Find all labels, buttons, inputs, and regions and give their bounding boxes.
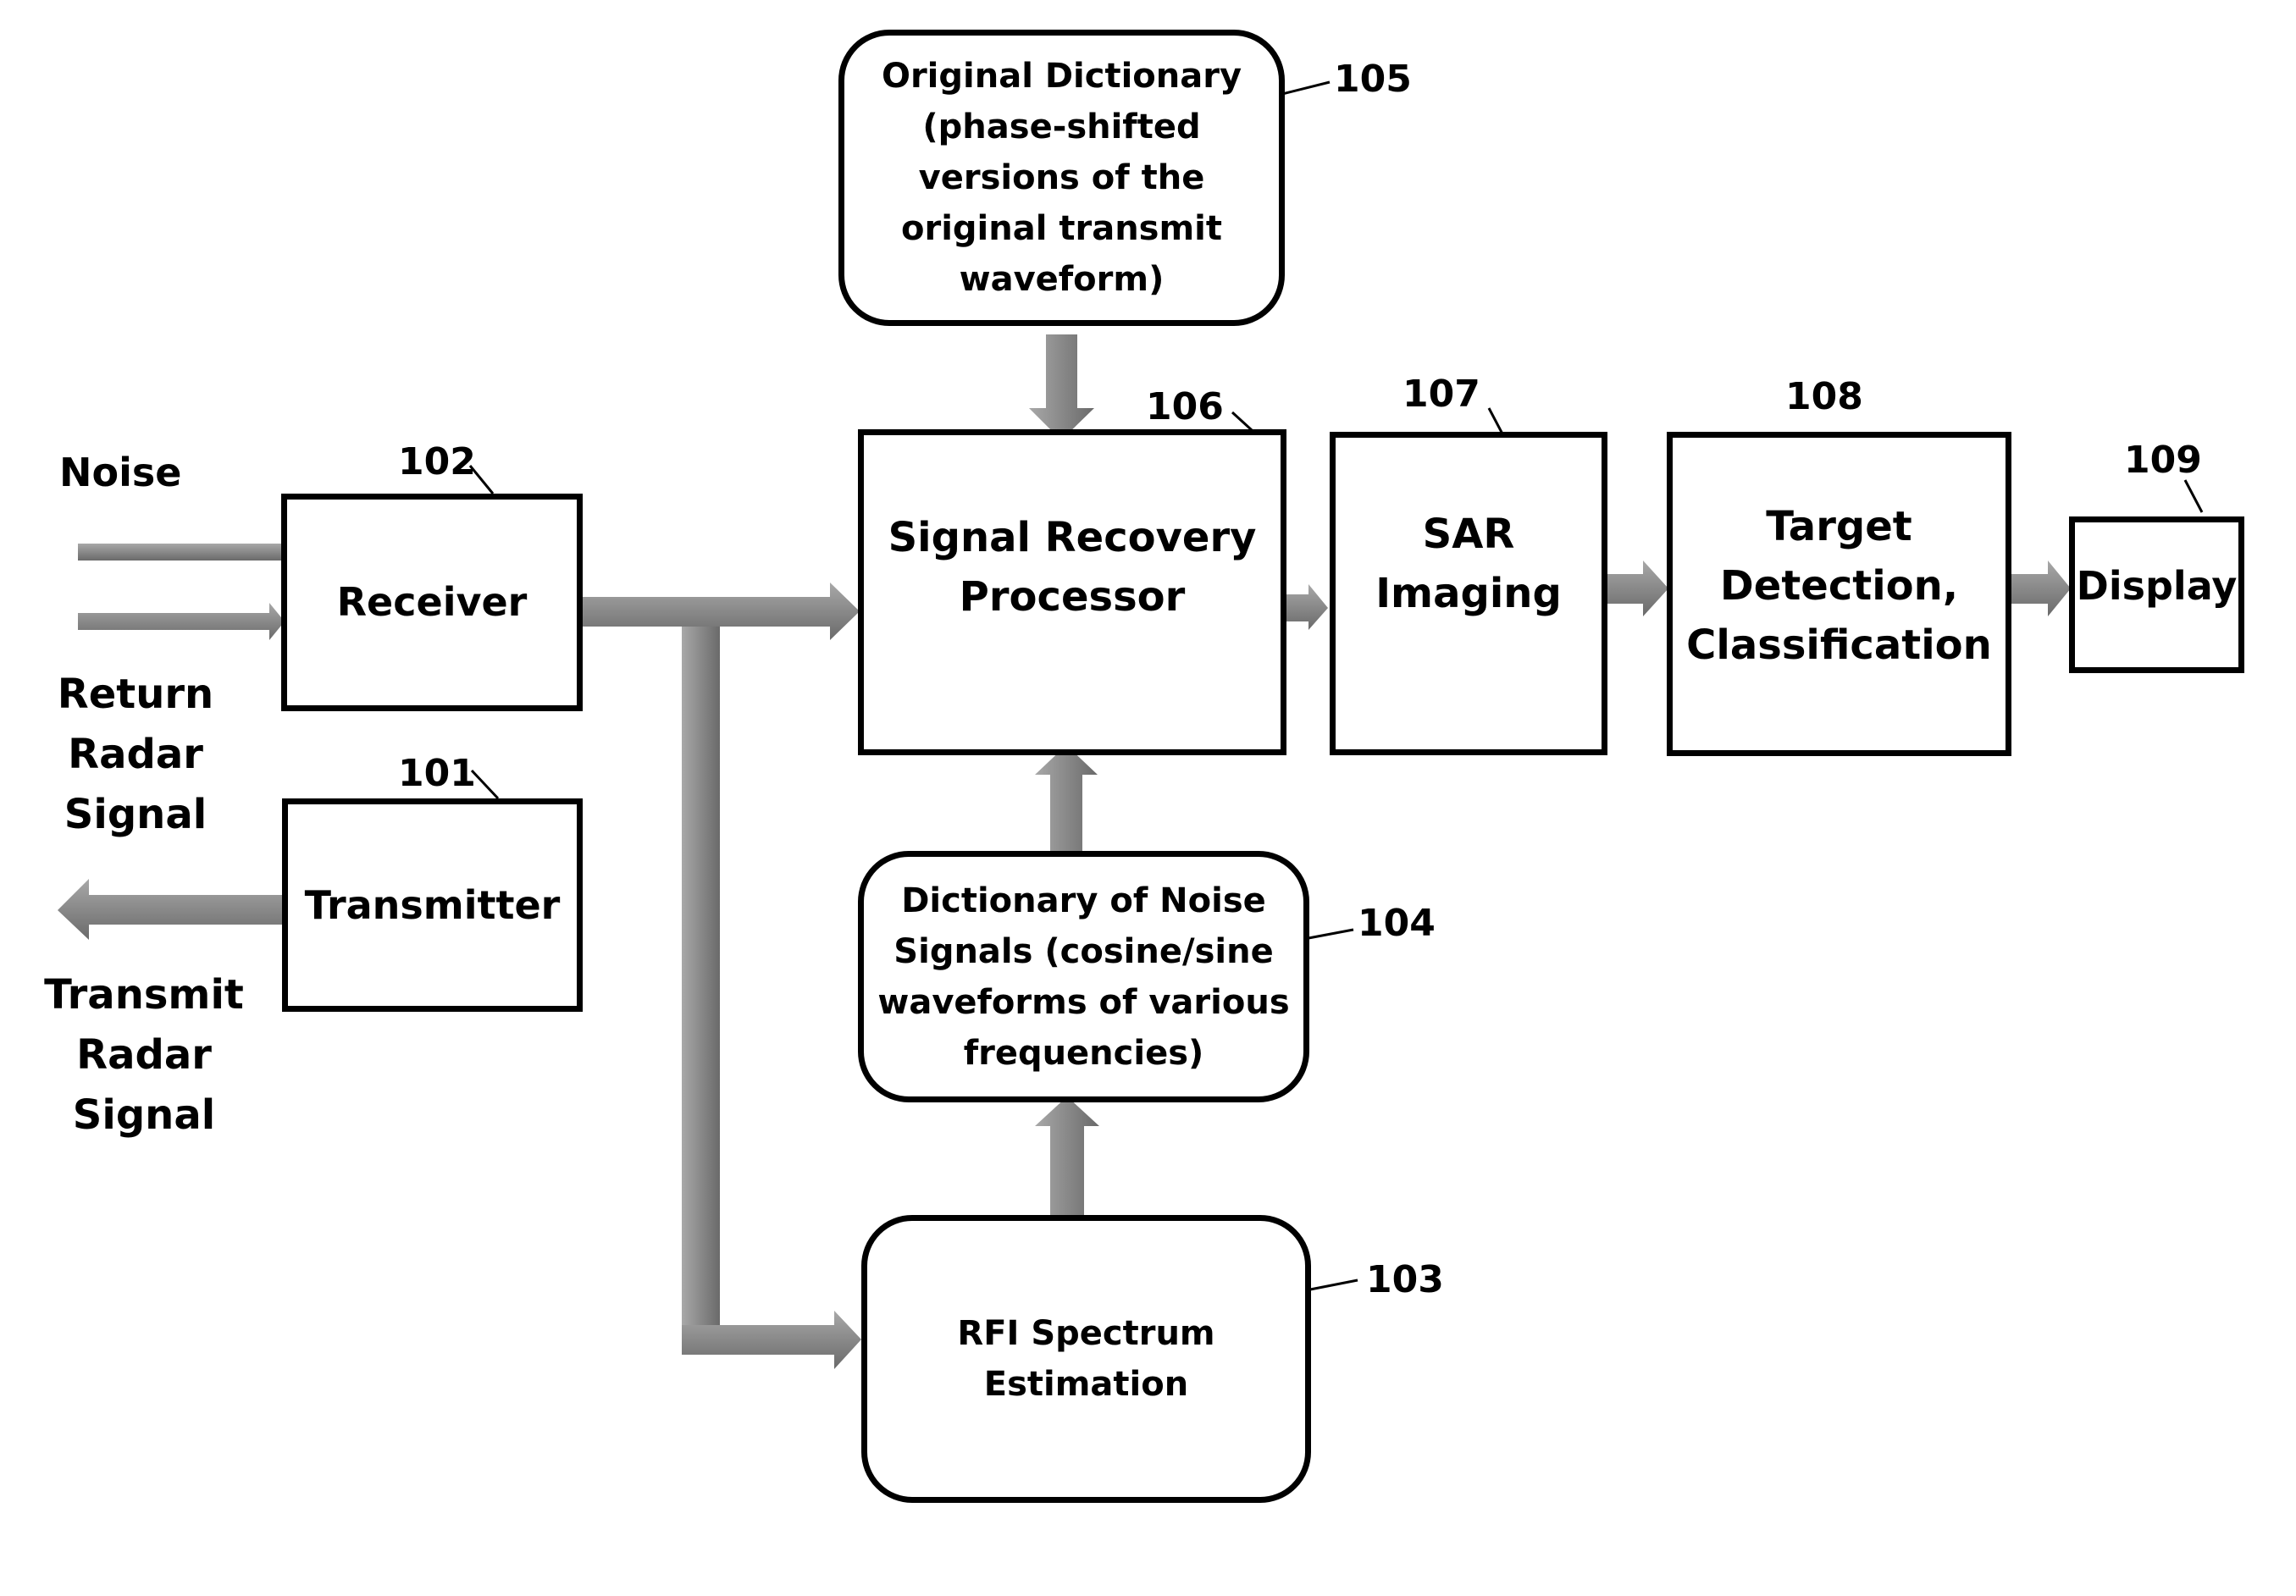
leader-line-109 (2183, 479, 2204, 513)
leader-line-104 (1308, 928, 1354, 940)
recovery-to-sar-arrow (1285, 584, 1328, 630)
display-text: Display (2076, 563, 2238, 610)
target-to-display-arrow (2010, 561, 2071, 616)
sar-imaging-block[interactable]: SAR Imaging (1330, 432, 1607, 755)
noise-input-arrow (78, 544, 284, 561)
ref-108: 108 (1785, 375, 1863, 418)
transmit-signal-label: Transmit Radar Signal (44, 971, 244, 1139)
receiver-block[interactable]: Receiver (281, 494, 583, 711)
ref-105: 105 (1334, 58, 1412, 101)
return-signal-label: Return Radar Signal (57, 671, 214, 838)
return-signal-input-arrow (78, 603, 285, 640)
noise-label: Noise (59, 450, 182, 495)
receiver-text: Receiver (336, 579, 528, 626)
transmitter-text: Transmitter (304, 881, 561, 928)
sar-to-target-arrow (1607, 561, 1668, 616)
rfi-to-noise-dict-arrow (1035, 1096, 1099, 1215)
sar-imaging-text: SAR Imaging (1375, 511, 1562, 617)
ref-106: 106 (1146, 385, 1224, 428)
original-dictionary-text: Original Dictionary (phase-shifted versi… (881, 57, 1242, 299)
rfi-estimation-block[interactable]: RFI Spectrum Estimation (861, 1215, 1311, 1503)
target-detection-block[interactable]: Target Detection, Classification (1667, 432, 2011, 756)
dictionary-to-recovery-arrow (1029, 334, 1094, 440)
ref-104: 104 (1358, 902, 1436, 945)
ref-101: 101 (398, 752, 476, 795)
signal-recovery-block[interactable]: Signal Recovery Processor (858, 429, 1286, 755)
transmitter-block[interactable]: Transmitter (282, 798, 583, 1012)
receiver-to-recovery-arrow (583, 583, 860, 640)
leader-line-103 (1309, 1278, 1358, 1291)
original-dictionary-block[interactable]: Original Dictionary (phase-shifted versi… (838, 30, 1285, 326)
leader-line-105 (1278, 80, 1331, 97)
display-block[interactable]: Display (2069, 516, 2244, 673)
rfi-estimation-text: RFI Spectrum Estimation (957, 1314, 1215, 1404)
leader-line-106 (1231, 411, 1253, 432)
ref-103: 103 (1366, 1258, 1444, 1301)
noise-dictionary-text: Dictionary of Noise Signals (cosine/sine… (877, 881, 1290, 1073)
ref-109: 109 (2124, 439, 2202, 482)
transmit-output-arrow (58, 879, 285, 940)
target-detection-text: Target Detection, Classification (1686, 502, 1992, 669)
receiver-bus-vertical (682, 611, 720, 1355)
ref-107: 107 (1402, 373, 1480, 416)
ref-102: 102 (398, 440, 476, 483)
signal-recovery-text: Signal Recovery Processor (888, 513, 1257, 621)
noise-dictionary-block[interactable]: Dictionary of Noise Signals (cosine/sine… (858, 851, 1309, 1102)
noise-dict-to-recovery-arrow (1035, 745, 1098, 851)
